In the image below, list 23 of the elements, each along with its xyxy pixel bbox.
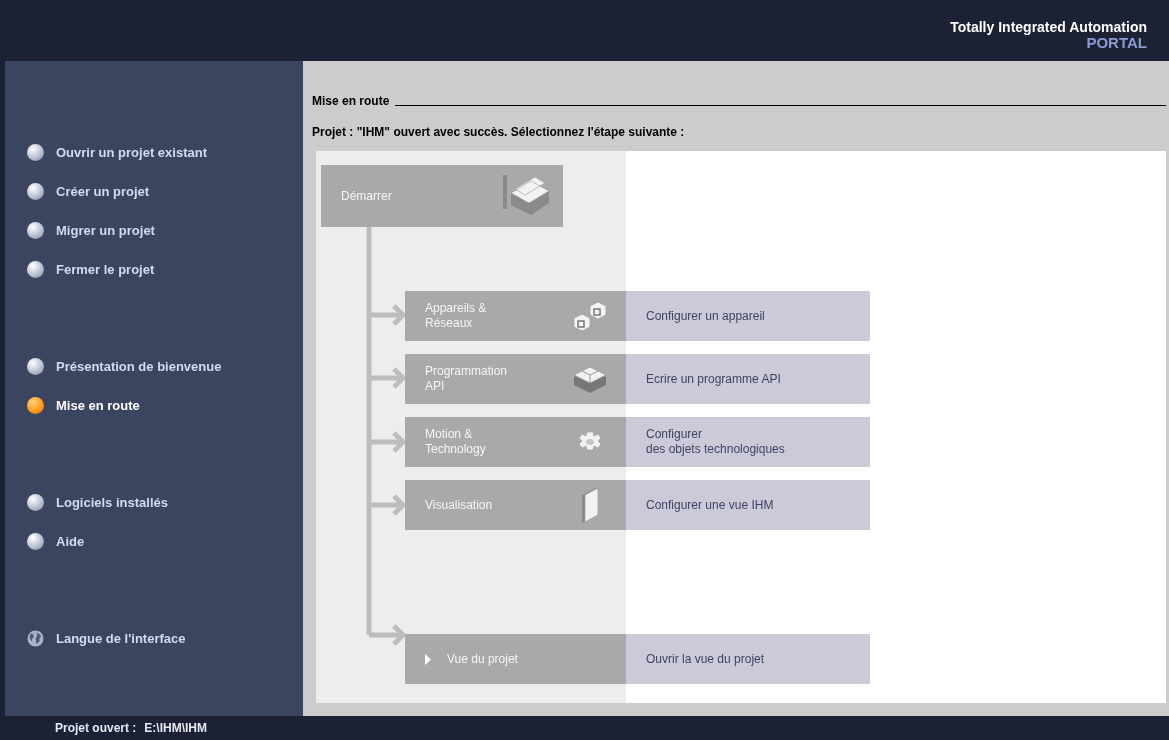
- product-title: Totally Integrated Automation: [950, 20, 1147, 35]
- product-subtitle: PORTAL: [1086, 35, 1147, 50]
- sidebar-item[interactable]: Logiciels installés: [5, 483, 303, 522]
- action-button[interactable]: Configurer un appareil: [626, 291, 870, 341]
- action-button[interactable]: Ouvrir la vue du projet: [626, 634, 870, 684]
- globe-icon: [27, 630, 44, 647]
- sidebar-item[interactable]: Ouvrir un projet existant: [5, 133, 303, 172]
- sidebar-item[interactable]: Présentation de bienvenue: [5, 347, 303, 386]
- sidebar-item[interactable]: Aide: [5, 522, 303, 561]
- sidebar-item[interactable]: Migrer un projet: [5, 211, 303, 250]
- cubes-icon: [570, 300, 610, 332]
- section-title: Mise en route: [312, 94, 390, 108]
- status-message: Projet : "IHM" ouvert avec succès. Sélectionnez l'étape suivante :: [312, 124, 686, 141]
- sidebar-item[interactable]: Créer un projet: [5, 172, 303, 211]
- action-button[interactable]: Configurer une vue IHM: [626, 480, 870, 530]
- action-button[interactable]: Ecrire un programme API: [626, 354, 870, 404]
- status-label: Projet ouvert :: [55, 720, 137, 737]
- action-button[interactable]: Configurer des objets technologiques: [626, 417, 870, 467]
- sidebar-item[interactable]: Fermer le projet: [5, 250, 303, 289]
- caret-icon: [425, 653, 431, 665]
- project-path: E:\IHM\IHM: [144, 720, 208, 737]
- sidebar-item[interactable]: Langue de l'interface: [5, 619, 303, 658]
- sidebar-item[interactable]: Mise en route: [5, 386, 303, 425]
